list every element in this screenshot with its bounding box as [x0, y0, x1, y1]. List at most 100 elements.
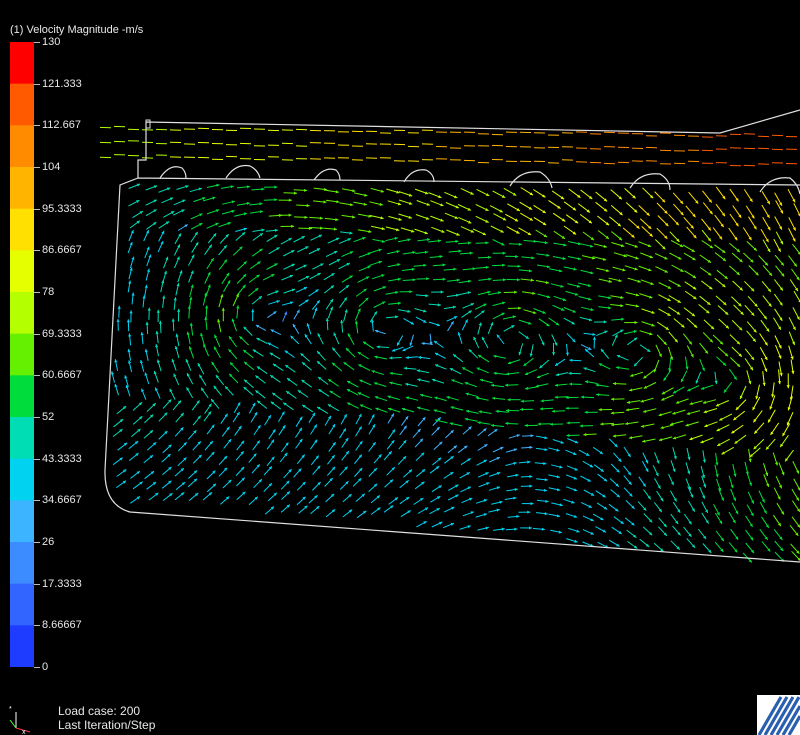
velocity-vector-head [129, 267, 133, 271]
velocity-vector-head [458, 249, 462, 253]
velocity-vector-head [496, 508, 500, 512]
velocity-vector-head [490, 423, 494, 428]
coordinate-triad-icon[interactable]: * x [6, 698, 36, 734]
velocity-vector-head [527, 460, 531, 464]
velocity-vector-head [566, 433, 570, 438]
velocity-vector-head [116, 318, 120, 322]
velocity-vector-head [145, 321, 149, 325]
velocity-vector-head [583, 433, 587, 437]
velocity-vector-head [555, 373, 560, 377]
velocity-vector-head [158, 320, 162, 324]
legend-color-segment [10, 250, 34, 293]
velocity-vector-head [475, 396, 480, 400]
legend-tick-mark [34, 375, 40, 377]
velocity-vector-head [259, 202, 263, 206]
velocity-vector-head [507, 398, 511, 402]
velocity-vector-head [440, 290, 444, 294]
legend-tick-label: 69.3333 [42, 327, 82, 340]
velocity-vector-head [502, 263, 506, 267]
legend-tick-mark [34, 292, 40, 293]
velocity-vector-head [379, 202, 383, 206]
velocity-vector-head [600, 422, 604, 426]
iteration-label: Last Iteration/Step [58, 718, 156, 732]
velocity-vector-head [499, 500, 503, 504]
velocity-vector-head [288, 198, 292, 202]
velocity-vector-head [528, 269, 532, 273]
velocity-vector-head [518, 242, 522, 246]
velocity-vector-head [559, 503, 563, 507]
velocity-vector-head [325, 318, 329, 321]
velocity-vector-head [405, 355, 409, 360]
velocity-vector-head [274, 198, 278, 202]
velocity-vector-head [520, 407, 524, 411]
legend-tick-label: 52 [42, 411, 55, 423]
velocity-vector-head [293, 191, 297, 195]
velocity-vector-head [786, 385, 790, 389]
velocity-vector-head [425, 294, 429, 298]
velocity-vector-plot[interactable] [0, 0, 800, 735]
software-logo-icon[interactable] [757, 695, 800, 735]
velocity-vector-head [551, 409, 555, 413]
legend-tick-mark [34, 417, 40, 418]
velocity-vector-head [403, 366, 407, 370]
velocity-vector-head [319, 216, 323, 220]
legend-tick-mark [34, 583, 40, 585]
velocity-vector-head [549, 422, 553, 426]
velocity-vector-head [291, 224, 295, 228]
velocity-vector-head [529, 475, 533, 479]
velocity-vector-head [340, 319, 344, 324]
legend-tick-label: 0 [42, 661, 49, 673]
velocity-vector-head [592, 336, 596, 340]
velocity-vector-head [171, 318, 175, 322]
velocity-vector-head [755, 396, 759, 400]
velocity-vector-head [128, 333, 132, 337]
velocity-vectors [99, 125, 800, 563]
velocity-vector-head [485, 265, 489, 269]
velocity-vector-head [554, 383, 558, 387]
velocity-vector-head [439, 255, 443, 259]
velocity-vector-head [412, 278, 416, 282]
legend-tick-mark [34, 667, 40, 668]
velocity-vector-head [560, 284, 564, 288]
legend-tick-mark [34, 458, 40, 460]
velocity-vector-head [490, 383, 495, 387]
velocity-vector-head [505, 383, 509, 387]
velocity-vector-head [442, 263, 446, 267]
velocity-vector-head [651, 323, 655, 327]
velocity-vector-head [485, 241, 489, 245]
legend-tick-label: 43.3333 [42, 452, 82, 465]
velocity-vector-head [530, 502, 534, 506]
velocity-vector-head [618, 279, 622, 283]
svg-text:x: x [22, 729, 26, 734]
velocity-vector-head [620, 304, 624, 308]
legend-color-segment [10, 83, 34, 126]
velocity-vector-head [573, 267, 577, 271]
legend-tick-mark [34, 167, 40, 168]
velocity-vector-head [687, 456, 691, 461]
velocity-vector-head [397, 301, 401, 305]
velocity-vector-head [187, 305, 191, 309]
legend-tick-label: 130 [42, 36, 61, 48]
velocity-vector-head [364, 193, 368, 197]
legend-color-segment [10, 417, 34, 460]
velocity-vector-head [380, 216, 384, 220]
velocity-vector-head [579, 424, 583, 428]
velocity-vector-head [634, 320, 638, 325]
velocity-vector-head [128, 360, 132, 364]
velocity-vector-head [274, 228, 278, 232]
velocity-vector-head [588, 297, 592, 301]
velocity-vector-head [304, 215, 308, 219]
velocity-vector-head [584, 410, 588, 414]
velocity-vector-head [562, 298, 567, 301]
velocity-vector-head [518, 306, 522, 310]
velocity-vector-head [251, 309, 255, 313]
legend-tick-label: 121.333 [42, 77, 82, 90]
velocity-vector-head [598, 408, 602, 412]
velocity-vector-head [409, 290, 413, 294]
velocity-vector-head [539, 407, 543, 411]
velocity-vector-head [333, 227, 337, 231]
velocity-vector-head [556, 488, 561, 492]
velocity-vector-head [243, 212, 248, 216]
velocity-vector-head [520, 399, 524, 403]
velocity-vector-head [376, 345, 380, 349]
